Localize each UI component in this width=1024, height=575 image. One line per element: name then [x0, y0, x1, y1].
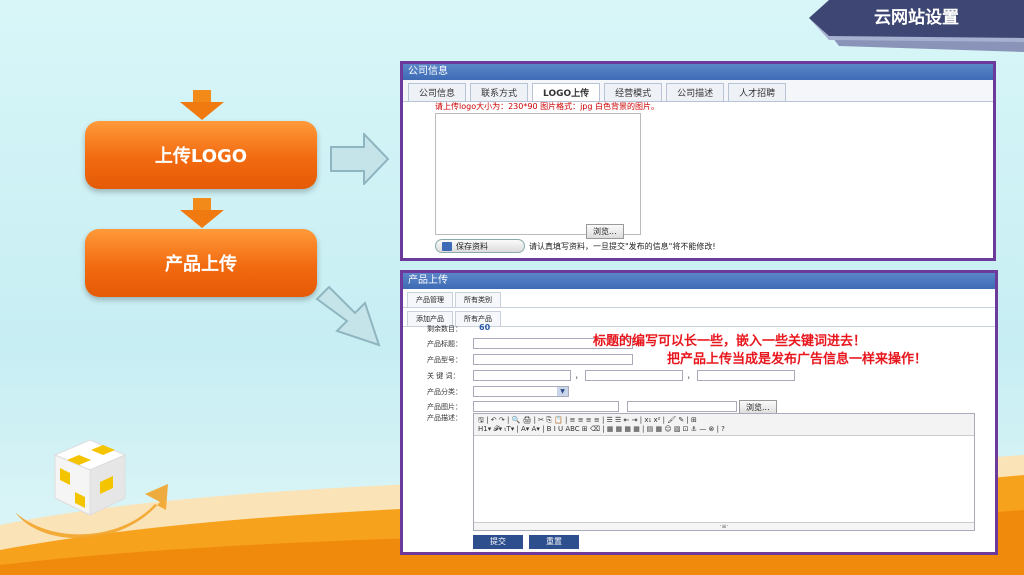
- floppy-disk-icon: [442, 241, 452, 251]
- model-label: 产品型号：: [427, 356, 462, 364]
- logo-size-note: 请上传logo大小为：230*90 图片格式：jpg 白色背景的图片。: [435, 102, 660, 111]
- tab-bar-row2: 添加产品 所有产品: [403, 308, 995, 327]
- logo-upload-panel: 公司信息 公司信息 联系方式 LOGO上传 经营模式 公司描述 人才招聘 请上传…: [400, 61, 996, 261]
- save-label: 保存资料: [456, 241, 488, 251]
- reset-button[interactable]: 重置: [529, 535, 579, 549]
- keyword-input-2[interactable]: [585, 370, 683, 381]
- description-label: 产品描述：: [427, 414, 462, 422]
- panel-header: 公司信息: [403, 64, 993, 80]
- keywords-label: 关 键 词：: [427, 372, 460, 380]
- title-label: 产品标题：: [427, 340, 462, 348]
- tab-bar: 公司信息 联系方式 LOGO上传 经营模式 公司描述 人才招聘: [403, 80, 993, 102]
- submit-button[interactable]: 提交: [473, 535, 523, 549]
- chevron-down-icon: ▼: [557, 387, 568, 396]
- remaining-count: 60: [479, 323, 491, 332]
- tab-logo-upload[interactable]: LOGO上传: [532, 83, 601, 101]
- down-arrow-icon: [180, 90, 224, 120]
- tab-recruitment[interactable]: 人才招聘: [728, 83, 787, 101]
- editor-toolbar-row2[interactable]: H1▾ 𝓕▾ ₜT▾ | A▾ A▾ | B I U ABC ⊞ ⌫ | ▦ ▦…: [478, 425, 970, 434]
- product-model-input[interactable]: [473, 354, 633, 365]
- keyword-input-3[interactable]: [697, 370, 795, 381]
- category-select[interactable]: ▼: [473, 386, 569, 397]
- title-banner: 云网站设置: [809, 0, 1024, 52]
- annotation-title-tip: 标题的编写可以长一些，嵌入一些关键词进去！: [593, 334, 867, 349]
- keyword-input-1[interactable]: [473, 370, 571, 381]
- browse-button[interactable]: 浏览...: [586, 224, 624, 239]
- product-image-file-input[interactable]: [627, 401, 737, 412]
- editor-toolbar-row1[interactable]: 🖫 | ↶ ↷ | 🔍 🖨 | ✂ ⎘ 📋 | ≡ ≡ ≡ ≡ | ☰ ☰ ⇤ …: [478, 416, 970, 425]
- rich-text-editor[interactable]: 🖫 | ↶ ↷ | 🔍 🖨 | ✂ ⎘ 📋 | ≡ ≡ ≡ ≡ | ☰ ☰ ⇤ …: [473, 413, 975, 531]
- category-label: 产品分类：: [427, 388, 462, 396]
- cube-logo-decoration: [15, 439, 168, 539]
- remaining-label: 剩余数目：: [427, 325, 462, 333]
- step-upload-product: 产品上传: [85, 229, 317, 297]
- down-arrow-icon: [180, 198, 224, 228]
- product-image-path-input[interactable]: [473, 401, 619, 412]
- tab-all-categories[interactable]: 所有类别: [455, 292, 501, 307]
- tab-company-info[interactable]: 公司信息: [408, 83, 467, 101]
- diagonal-arrow-icon: [315, 285, 381, 347]
- annotation-upload-tip: 把产品上传当成是发布广告信息一样来操作！: [667, 352, 928, 367]
- editor-toolbar[interactable]: 🖫 | ↶ ↷ | 🔍 🖨 | ✂ ⎘ 📋 | ≡ ≡ ≡ ≡ | ☰ ☰ ⇤ …: [474, 414, 974, 436]
- logo-preview-area: [435, 113, 641, 235]
- right-arrow-icon: [330, 133, 390, 185]
- product-upload-panel: 产品上传 产品管理 所有类别 添加产品 所有产品 剩余数目： 60 产品标题： …: [400, 270, 998, 555]
- tab-business-mode[interactable]: 经营模式: [604, 83, 663, 101]
- tab-company-description[interactable]: 公司描述: [666, 83, 725, 101]
- editor-resize-bar[interactable]: ·≡·: [474, 522, 974, 530]
- save-hint: 请认真填写资料，一旦提交"发布的信息"将不能修改!: [529, 242, 716, 251]
- tab-bar-row1: 产品管理 所有类别: [403, 289, 995, 308]
- banner-title: 云网站设置: [874, 8, 959, 28]
- keyword-separator: ，: [687, 372, 694, 380]
- tab-product-management[interactable]: 产品管理: [407, 292, 453, 307]
- panel-header: 产品上传: [403, 273, 995, 289]
- step-upload-logo: 上传LOGO: [85, 121, 317, 189]
- keyword-separator: ，: [575, 372, 582, 380]
- tab-contact[interactable]: 联系方式: [470, 83, 529, 101]
- save-button[interactable]: 保存资料: [435, 239, 525, 253]
- image-label: 产品图片：: [427, 403, 462, 411]
